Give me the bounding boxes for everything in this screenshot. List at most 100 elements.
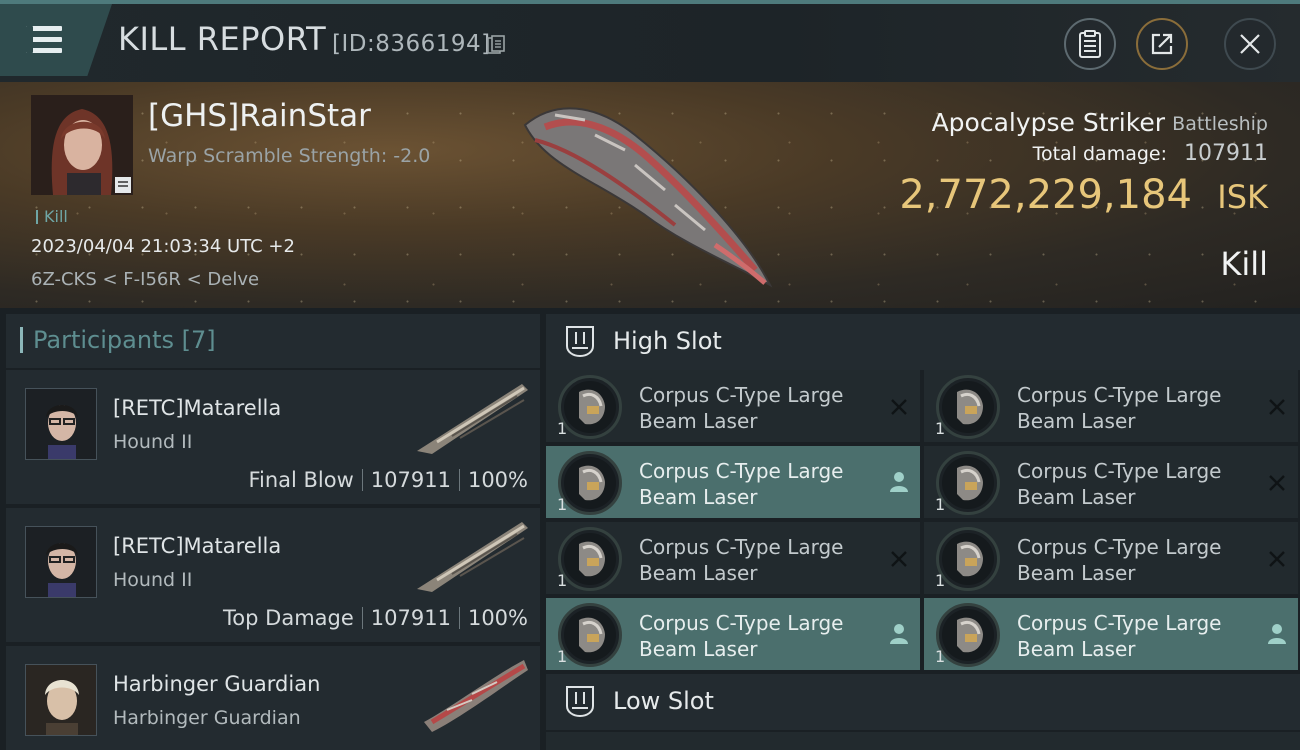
module-quantity: 1: [935, 647, 946, 666]
participant-damage-percent: 100%: [467, 468, 528, 492]
module-name-line: Beam Laser: [639, 485, 758, 509]
module-name: Corpus C-Type Large Beam Laser: [639, 382, 879, 434]
module-item[interactable]: 1 Corpus C-Type Large Beam Laser: [924, 446, 1298, 520]
module-quantity: 1: [557, 419, 568, 438]
clipboard-icon: [1079, 30, 1101, 58]
participant-role: Final Blow: [248, 468, 354, 492]
module-item[interactable]: 1 Corpus C-Type Large Beam Laser: [546, 598, 920, 672]
victim-avatar: [31, 95, 133, 195]
module-name-line: Corpus C-Type Large: [1017, 459, 1222, 483]
victim-ship-image[interactable]: [515, 95, 780, 295]
module-item[interactable]: 1 Corpus C-Type Large Beam Laser: [546, 522, 920, 596]
module-quantity: 1: [557, 495, 568, 514]
kill-report-window: KILL REPORT [ID:8366194] [GHS]RainStar W…: [0, 0, 1300, 750]
low-slot-header: Low Slot: [546, 674, 1300, 730]
kill-tag: Kill: [36, 207, 68, 226]
high-slot-header: High Slot: [546, 314, 1300, 370]
module-name-line: Beam Laser: [1017, 409, 1136, 433]
module-name-line: Corpus C-Type Large: [1017, 383, 1222, 407]
module-name: Corpus C-Type Large Beam Laser: [1017, 534, 1257, 586]
kill-id: [ID:8366194]: [332, 31, 491, 57]
share-icon: [1151, 33, 1173, 55]
victim-portrait[interactable]: [31, 95, 133, 195]
module-name-line: Corpus C-Type Large: [639, 535, 844, 559]
high-slot-icon: [566, 326, 594, 358]
module-icon: [936, 375, 1000, 439]
participant-avatar: [25, 526, 97, 598]
destroyed-x-icon: [1269, 475, 1285, 491]
participant-ship-image: [417, 522, 528, 592]
module-name-line: Beam Laser: [1017, 637, 1136, 661]
module-name: Corpus C-Type Large Beam Laser: [639, 610, 879, 662]
module-icon: [558, 451, 622, 515]
module-name-line: Corpus C-Type Large: [1017, 611, 1222, 635]
header-bar: KILL REPORT [ID:8366194]: [0, 0, 1300, 82]
participant-row[interactable]: Harbinger Guardian Harbinger Guardian: [6, 646, 540, 750]
total-damage-label: Total damage:: [1032, 143, 1167, 165]
module-icon: [558, 603, 622, 667]
participant-stats: Top Damage 107911 100%: [223, 606, 528, 630]
module-icon: [936, 451, 1000, 515]
kill-datetime: 2023/04/04 21:03:34 UTC +2: [31, 236, 295, 257]
high-slot-title: High Slot: [613, 327, 722, 355]
destroyed-x-icon: [891, 551, 907, 567]
module-quantity: 1: [935, 495, 946, 514]
close-button[interactable]: [1224, 18, 1276, 70]
participant-damage-percent: 100%: [467, 606, 528, 630]
warp-scramble-strength: Warp Scramble Strength: -2.0: [148, 145, 431, 167]
low-slot-list: [546, 732, 1300, 750]
clipboard-button[interactable]: [1064, 18, 1116, 70]
module-name-line: Beam Laser: [1017, 561, 1136, 585]
module-name-line: Corpus C-Type Large: [1017, 535, 1222, 559]
module-name-line: Beam Laser: [639, 561, 758, 585]
dropped-person-icon: [1268, 624, 1286, 644]
menu-button[interactable]: [0, 4, 112, 76]
participant-ship: Harbinger Guardian: [113, 707, 301, 729]
total-damage-value: 107911: [1184, 141, 1268, 166]
participant-avatar: [25, 664, 97, 736]
participants-header: Participants [7]: [6, 314, 540, 368]
module-item[interactable]: 1 Corpus C-Type Large Beam Laser: [924, 598, 1298, 672]
low-slot-title: Low Slot: [613, 687, 714, 715]
victim-name[interactable]: [GHS]RainStar: [148, 98, 371, 134]
module-icon: [936, 603, 1000, 667]
module-name-line: Corpus C-Type Large: [639, 459, 844, 483]
module-item[interactable]: 1 Corpus C-Type Large Beam Laser: [546, 370, 920, 444]
module-name-line: Beam Laser: [639, 409, 758, 433]
kill-result-label: Kill: [1220, 245, 1268, 283]
participants-title: Participants [7]: [20, 326, 216, 354]
destroyed-x-icon: [1269, 399, 1285, 415]
header-accent-line: [0, 0, 1300, 4]
module-item[interactable]: 1 Corpus C-Type Large Beam Laser: [924, 370, 1298, 444]
participant-ship-image: [417, 384, 528, 454]
participant-name: [RETC]Matarella: [113, 534, 282, 558]
module-name-line: Beam Laser: [1017, 485, 1136, 509]
isk-unit: ISK: [1217, 178, 1268, 216]
module-icon: [936, 527, 1000, 591]
participant-stats: Final Blow 107911 100%: [248, 468, 528, 492]
module-name: Corpus C-Type Large Beam Laser: [1017, 382, 1257, 434]
module-quantity: 1: [557, 647, 568, 666]
participant-name: Harbinger Guardian: [113, 672, 321, 696]
participant-ship: Hound II: [113, 569, 193, 591]
kill-location[interactable]: 6Z-CKS < F-I56R < Delve: [31, 269, 259, 290]
isk-value: 2,772,229,184: [899, 172, 1192, 218]
module-name-line: Beam Laser: [639, 637, 758, 661]
participant-row[interactable]: [RETC]Matarella Hound II Top Damage 10791…: [6, 508, 540, 642]
dropped-person-icon: [890, 472, 908, 492]
low-slot-icon: [566, 686, 594, 718]
module-name: Corpus C-Type Large Beam Laser: [639, 458, 879, 510]
module-name: Corpus C-Type Large Beam Laser: [639, 534, 879, 586]
module-quantity: 1: [935, 571, 946, 590]
victim-ship-name[interactable]: Apocalypse Striker: [932, 108, 1165, 137]
dropped-person-icon: [890, 624, 908, 644]
participant-role: Top Damage: [223, 606, 354, 630]
page-title: KILL REPORT: [118, 20, 327, 58]
module-quantity: 1: [935, 419, 946, 438]
module-item[interactable]: 1 Corpus C-Type Large Beam Laser: [546, 446, 920, 520]
participant-row[interactable]: [RETC]Matarella Hound II Final Blow 10791…: [6, 370, 540, 504]
victim-ship-class: Battleship: [1172, 113, 1268, 135]
copy-icon[interactable]: [487, 35, 505, 55]
share-button[interactable]: [1136, 18, 1188, 70]
module-item[interactable]: 1 Corpus C-Type Large Beam Laser: [924, 522, 1298, 596]
